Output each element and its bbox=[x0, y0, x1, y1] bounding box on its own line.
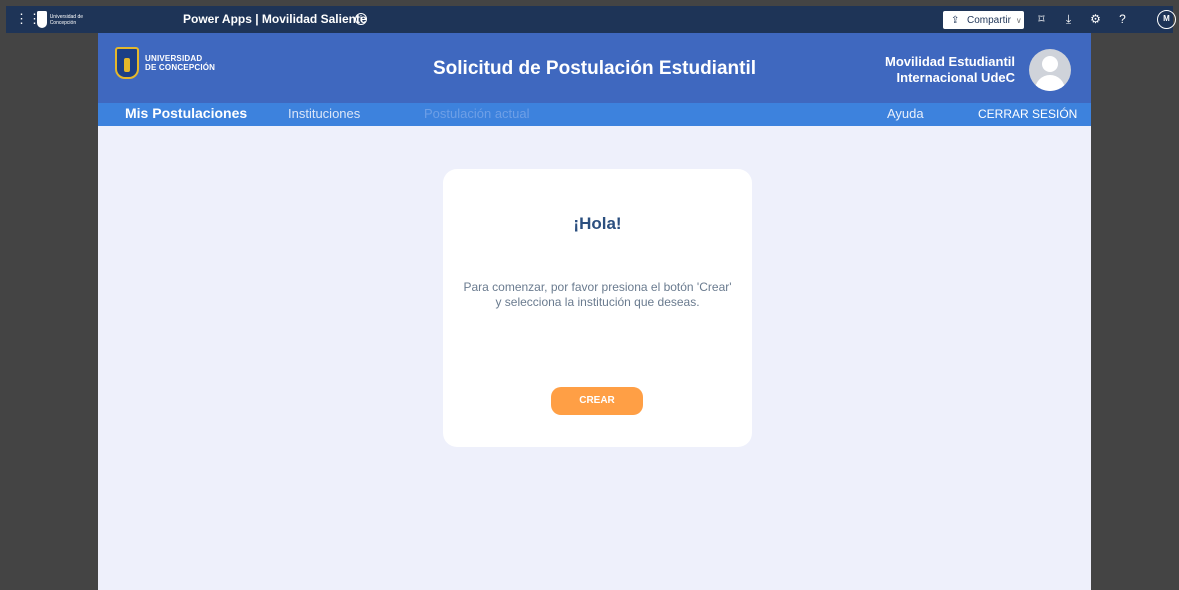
nav-postulacion-actual[interactable]: Postulación actual bbox=[424, 106, 530, 121]
share-label: Compartir bbox=[967, 14, 1011, 26]
app-canvas: UNIVERSIDAD DE CONCEPCIÓN Solicitud de P… bbox=[98, 33, 1091, 590]
top-logo: Universidad de Concepción bbox=[37, 10, 92, 29]
settings-icon[interactable]: ⚙ bbox=[1088, 12, 1103, 27]
top-logo-text: Universidad de Concepción bbox=[49, 13, 84, 26]
avatar-head-icon bbox=[1042, 56, 1058, 72]
waffle-icon[interactable]: ⋮⋮ bbox=[15, 12, 41, 26]
app-title: Power Apps | Movilidad Saliente bbox=[183, 12, 367, 26]
user-avatar[interactable] bbox=[1029, 49, 1071, 91]
app-header: UNIVERSIDAD DE CONCEPCIÓN Solicitud de P… bbox=[98, 33, 1091, 103]
nav-bar: Mis Postulaciones Instituciones Postulac… bbox=[98, 103, 1091, 126]
program-name: Movilidad Estudiantil Internacional UdeC bbox=[885, 54, 1015, 86]
create-button[interactable]: CREAR bbox=[551, 387, 643, 415]
nav-mis-postulaciones[interactable]: Mis Postulaciones bbox=[125, 105, 247, 121]
nav-instituciones[interactable]: Instituciones bbox=[288, 106, 360, 121]
university-logo-icon bbox=[37, 11, 47, 28]
program-name-line2: Internacional UdeC bbox=[896, 70, 1015, 85]
info-icon[interactable]: i bbox=[355, 13, 367, 25]
logout-link[interactable]: CERRAR SESIÓN bbox=[978, 107, 1077, 121]
fit-screen-icon[interactable]: ⌑ bbox=[1034, 12, 1049, 27]
share-button[interactable]: ⇪ Compartir ∨ bbox=[943, 11, 1024, 29]
welcome-message: Para comenzar, por favor presiona el bot… bbox=[463, 280, 732, 309]
user-avatar-top[interactable]: M bbox=[1157, 10, 1176, 29]
nav-ayuda[interactable]: Ayuda bbox=[887, 106, 924, 121]
welcome-card: ¡Hola! Para comenzar, por favor presiona… bbox=[443, 169, 752, 447]
power-apps-topbar: ⋮⋮ Universidad de Concepción Power Apps … bbox=[6, 6, 1176, 33]
welcome-title: ¡Hola! bbox=[573, 214, 622, 233]
avatar-body-icon bbox=[1035, 75, 1065, 91]
chevron-down-icon: ∨ bbox=[1015, 15, 1022, 25]
download-icon[interactable]: ⤓ bbox=[1061, 12, 1076, 27]
program-name-line1: Movilidad Estudiantil bbox=[884, 54, 1015, 69]
share-icon: ⇪ bbox=[951, 14, 960, 26]
help-icon[interactable]: ? bbox=[1115, 12, 1130, 27]
